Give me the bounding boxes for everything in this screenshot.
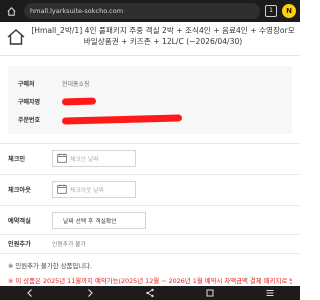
room-row: 예약객실 날짜 선택 후 객실확인 — [0, 210, 300, 230]
checkout-placeholder: 체크아웃 날짜 — [70, 187, 104, 194]
app-badge-label: N — [286, 7, 292, 15]
divider — [0, 143, 300, 144]
url-text: hmall.lyarksuite-sokcho.com — [30, 7, 124, 15]
buyer-info-box: 구매처 현대홈쇼핑 구매자명 주문번호 — [8, 66, 292, 134]
buyer-name-label: 구매자명 — [18, 98, 41, 106]
browser-bottom-nav — [0, 286, 300, 300]
share-icon[interactable] — [140, 287, 160, 299]
buyer-name-row: 구매자명 — [18, 94, 97, 108]
forward-icon[interactable] — [80, 287, 100, 299]
checkin-label: 체크인 — [8, 155, 26, 163]
back-icon[interactable] — [20, 287, 40, 299]
notice-booking-period: ※ 이 상품은 2025년 11월까지 예약가능(2025년 12월 ~ 202… — [8, 277, 292, 285]
redacted-name — [61, 97, 97, 105]
order-number-row: 주문번호 — [18, 112, 183, 126]
redacted-order-number — [61, 113, 183, 125]
checkout-row: 체크아웃 체크아웃 날짜 — [0, 179, 300, 199]
buyer-store-label: 구매처 — [18, 80, 35, 88]
divider — [0, 205, 300, 206]
divider — [0, 234, 300, 235]
room-label: 예약객실 — [8, 217, 31, 225]
browser-home-icon[interactable] — [0, 0, 22, 22]
page-title: [Hmall_2박/1] 4인 풀패키지 주중 객실 2박 + 조식4인 + 음… — [31, 26, 295, 46]
home-icon[interactable] — [6, 28, 26, 46]
divider — [0, 174, 300, 175]
notice-no-extra-guests: ※ 인원추가 불가한 상품입니다. — [8, 262, 93, 270]
tabs-count-button[interactable]: 1 — [265, 5, 277, 17]
calendar-icon — [57, 153, 67, 163]
url-field[interactable]: hmall.lyarksuite-sokcho.com — [24, 3, 260, 19]
checkout-label: 체크아웃 — [8, 186, 31, 194]
guests-value: 인원추가 불가 — [52, 242, 86, 248]
buyer-store-value: 현대홈쇼핑 — [62, 80, 90, 88]
menu-icon[interactable] — [260, 287, 280, 299]
tabs-icon[interactable] — [200, 287, 220, 299]
app-badge-icon[interactable]: N — [282, 4, 296, 18]
room-select[interactable]: 날짜 선택 후 객실확인 — [52, 211, 146, 229]
divider — [0, 253, 300, 254]
calendar-icon — [57, 184, 67, 194]
checkin-row: 체크인 체크인 날짜 — [0, 148, 300, 168]
checkout-date-input[interactable]: 체크아웃 날짜 — [52, 180, 136, 198]
browser-url-bar: hmall.lyarksuite-sokcho.com 1 N — [0, 0, 300, 22]
room-select-value: 날짜 선택 후 객실확인 — [63, 218, 117, 225]
checkin-date-input[interactable]: 체크인 날짜 — [52, 149, 136, 167]
page-header: [Hmall_2박/1] 4인 풀패키지 주중 객실 2박 + 조식4인 + 음… — [0, 22, 300, 56]
checkin-placeholder: 체크인 날짜 — [70, 156, 99, 163]
buyer-store-row: 구매처 현대홈쇼핑 — [18, 76, 90, 90]
guests-label: 인원추가 — [8, 241, 31, 248]
order-number-label: 주문번호 — [18, 116, 41, 124]
